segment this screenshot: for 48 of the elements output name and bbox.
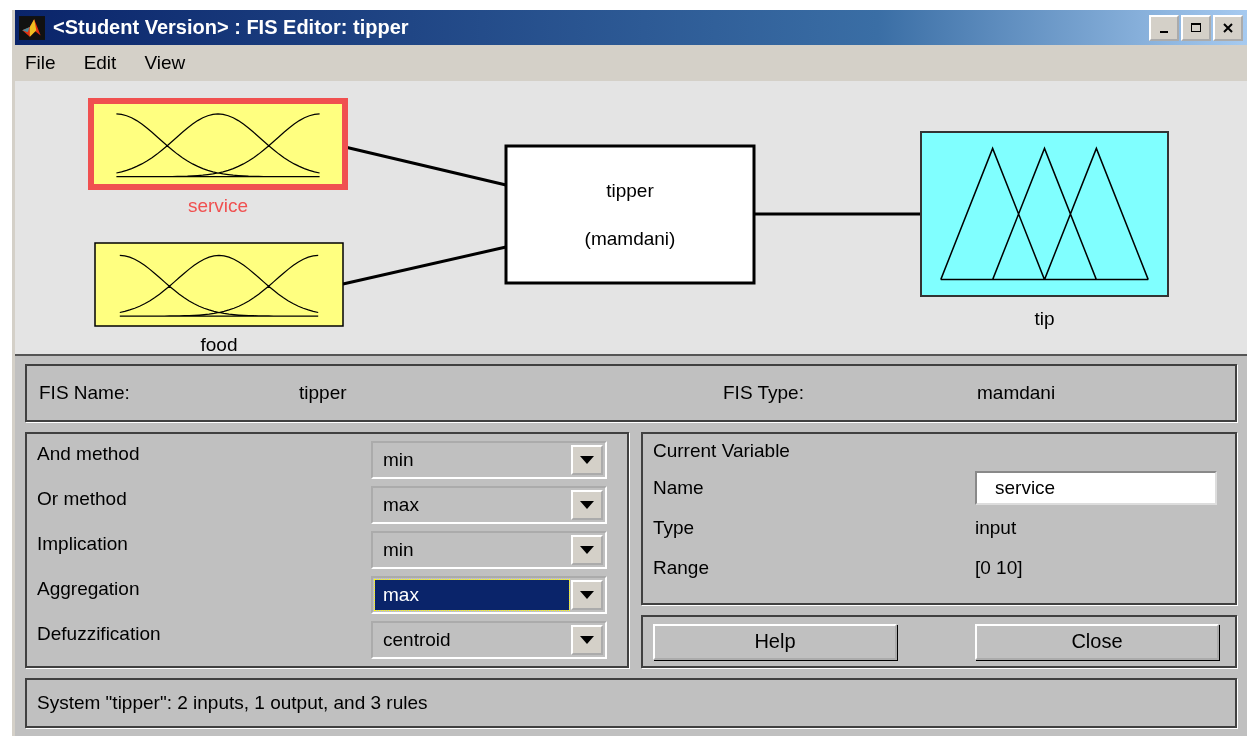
field-label: FIS Name: (38, 382, 131, 404)
close-button[interactable] (1213, 14, 1243, 41)
method-dropdown[interactable]: centroid (371, 621, 607, 659)
method-dropdown[interactable]: min (371, 531, 607, 569)
name-field[interactable]: service (975, 471, 1217, 505)
dialog-button[interactable]: Help (653, 623, 897, 660)
method-label: And method (37, 443, 140, 465)
menu-item[interactable]: View (144, 52, 186, 74)
dropdown-value: min (382, 448, 415, 472)
maximize-button[interactable] (1181, 14, 1211, 41)
window-title: <Student Version> : FIS Editor: tipper (53, 16, 410, 39)
close-icon (1222, 21, 1234, 34)
fis-type: mamdani (977, 382, 1056, 404)
menu-item[interactable]: Edit (83, 52, 117, 74)
dropdown-value: centroid (382, 628, 452, 652)
status-text: System "tipper": 2 inputs, 1 output, and 3 rules (37, 692, 428, 714)
output-variable-block[interactable] (920, 131, 1169, 297)
variable-label: tip (1034, 308, 1055, 329)
field-label: Name (653, 477, 705, 499)
system-block[interactable] (504, 144, 756, 285)
variable-label: service (187, 195, 249, 216)
dropdown-value: max (382, 493, 420, 517)
method-dropdown[interactable]: max (371, 486, 607, 524)
method-dropdown[interactable]: max (371, 576, 607, 614)
minimize-icon (1160, 30, 1168, 33)
input-variable-block[interactable] (94, 242, 344, 327)
maximize-icon (1190, 21, 1202, 34)
field-label: Range (653, 557, 710, 579)
variable-type: input (975, 517, 1017, 539)
field-label: FIS Type: (723, 382, 805, 404)
dropdown-value: max (375, 580, 569, 610)
method-dropdown[interactable]: min (371, 441, 607, 479)
method-label: Implication (37, 533, 128, 555)
app-logo-icon (19, 15, 45, 40)
variable-label: food (200, 334, 238, 354)
method-label: Aggregation (37, 578, 140, 600)
method-label: Or method (37, 488, 127, 510)
field-label: Type (653, 517, 696, 539)
input-variable-block[interactable] (88, 98, 348, 190)
system-name: tipper (606, 180, 654, 201)
dropdown-value: min (382, 538, 415, 562)
variable-range: [0 10] (975, 557, 1023, 579)
fis-name: tipper (299, 382, 348, 404)
menu-item[interactable]: File (25, 52, 56, 74)
method-label: Defuzzification (37, 623, 161, 645)
dialog-button[interactable]: Close (975, 623, 1219, 660)
section-title: Current Variable (653, 440, 791, 462)
system-type: (mamdani) (584, 228, 676, 249)
